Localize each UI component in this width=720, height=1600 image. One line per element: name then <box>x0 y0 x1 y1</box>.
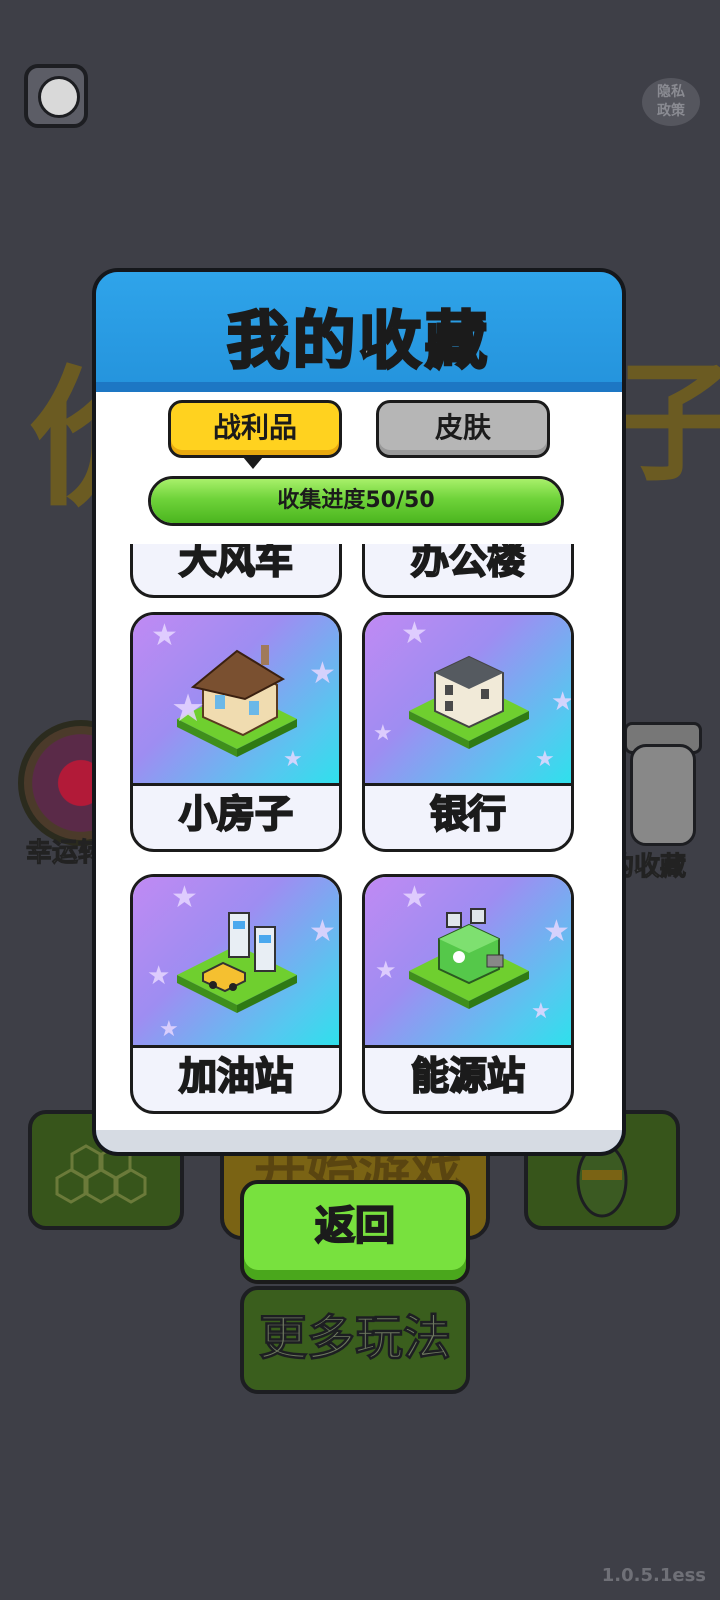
privacy-policy-button[interactable]: 隐私 政策 <box>642 78 700 126</box>
collection-card[interactable]: ★ ★ ★ ★ 银行 <box>362 612 574 852</box>
more-modes-button[interactable]: 更多玩法 <box>240 1286 470 1394</box>
collection-grid[interactable]: 大风车 办公楼 ★ ★ ★ ★ 小房子 ★ ★ ★ ★ 银行 ★ ★ ★ ★ 加… <box>96 544 622 1130</box>
card-label: 能源站 <box>410 1053 526 1099</box>
card-label: 加油站 <box>178 1053 294 1099</box>
collection-card[interactable]: 办公楼 <box>362 544 574 598</box>
collection-card[interactable]: ★ ★ ★ ★ 加油站 <box>130 874 342 1114</box>
card-label: 办公楼 <box>410 544 526 583</box>
back-button[interactable]: 返回 <box>240 1180 470 1284</box>
tab-skins[interactable]: 皮肤 <box>376 400 550 458</box>
collection-card[interactable]: ★ ★ ★ ★ 小房子 <box>130 612 342 852</box>
collection-card[interactable]: ★ ★ ★ ★ 能源站 <box>362 874 574 1114</box>
card-label: 小房子 <box>178 791 294 837</box>
dialog-footer-edge <box>96 1130 622 1152</box>
card-label: 银行 <box>429 791 507 837</box>
tab-loot[interactable]: 战利品 <box>168 400 342 469</box>
game-title-right-fragment: 子 <box>610 347 720 499</box>
collection-card[interactable]: 大风车 <box>130 544 342 598</box>
progress-text: 收集进度50/50 <box>277 488 435 513</box>
card-label: 大风车 <box>178 544 294 583</box>
dialog-body: 战利品 皮肤 收集进度50/50 大风车 办公楼 ★ ★ ★ ★ 小房子 ★ ★… <box>96 392 622 1130</box>
dialog-header: 我的收藏 <box>96 272 622 392</box>
dialog-title: 我的收藏 <box>225 303 491 379</box>
settings-button[interactable] <box>24 64 88 128</box>
toggle-knob-icon <box>38 76 80 118</box>
my-collection-dialog: 我的收藏 战利品 皮肤 收集进度50/50 大风车 办公楼 ★ ★ ★ ★ 小房… <box>92 268 626 1156</box>
version-label: 1.0.5.1ess <box>601 1565 706 1586</box>
collection-progress-bar: 收集进度50/50 <box>148 476 564 526</box>
